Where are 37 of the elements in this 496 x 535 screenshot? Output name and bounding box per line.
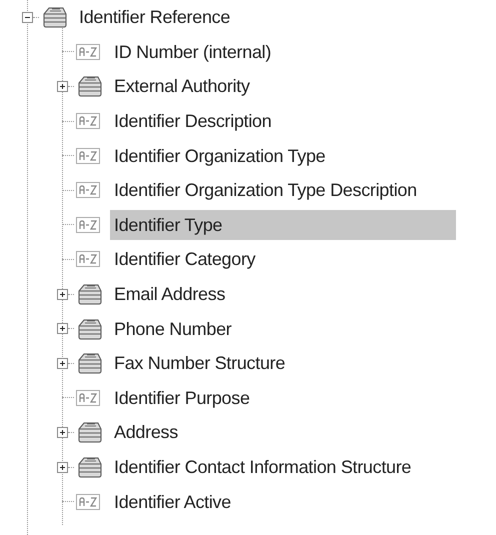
expand-icon[interactable] [57, 323, 68, 334]
tree-item[interactable]: Identifier Reference [75, 2, 234, 32]
tree-item[interactable]: Phone Number [110, 314, 236, 344]
cabinet-icon [41, 5, 69, 30]
tree-item[interactable]: Identifier Active [110, 486, 235, 517]
tree-item[interactable]: Fax Number Structure [110, 348, 290, 378]
cabinet-icon [76, 351, 104, 376]
tree-item[interactable]: Identifier Category [110, 244, 260, 274]
cabinet-icon [76, 74, 104, 98]
az-field-icon [76, 44, 100, 60]
tree-item[interactable]: Identifier Description [110, 106, 276, 136]
expand-icon[interactable] [57, 426, 68, 438]
cabinet-icon [76, 316, 104, 341]
az-field-icon [76, 251, 100, 268]
az-field-icon [76, 390, 100, 406]
expand-icon[interactable] [57, 462, 68, 473]
collapse-icon[interactable] [22, 12, 33, 23]
tree-item[interactable]: Identifier Organization Type Description [110, 175, 421, 206]
az-field-icon [76, 494, 100, 510]
expand-icon[interactable] [57, 80, 68, 92]
expand-icon[interactable] [57, 358, 68, 369]
tree-item[interactable]: Identifier Purpose [110, 382, 254, 413]
tree-item[interactable]: Identifier Organization Type [110, 140, 330, 171]
tree-item[interactable]: Email Address [110, 279, 230, 310]
az-field-icon [76, 182, 100, 198]
cabinet-icon [76, 282, 104, 306]
tree-item[interactable]: ID Number (internal) [110, 36, 276, 67]
tree-item[interactable]: Address [110, 417, 182, 448]
cabinet-icon [76, 455, 104, 480]
tree-item[interactable]: Identifier Contact Information Structure [110, 452, 416, 482]
expand-icon[interactable] [57, 288, 68, 300]
tree-item[interactable]: Identifier Type [110, 210, 456, 240]
cabinet-icon [76, 420, 104, 444]
az-field-icon [76, 113, 100, 130]
tree-item[interactable]: External Authority [110, 71, 254, 102]
az-field-icon [76, 216, 100, 233]
az-field-icon [76, 148, 100, 164]
